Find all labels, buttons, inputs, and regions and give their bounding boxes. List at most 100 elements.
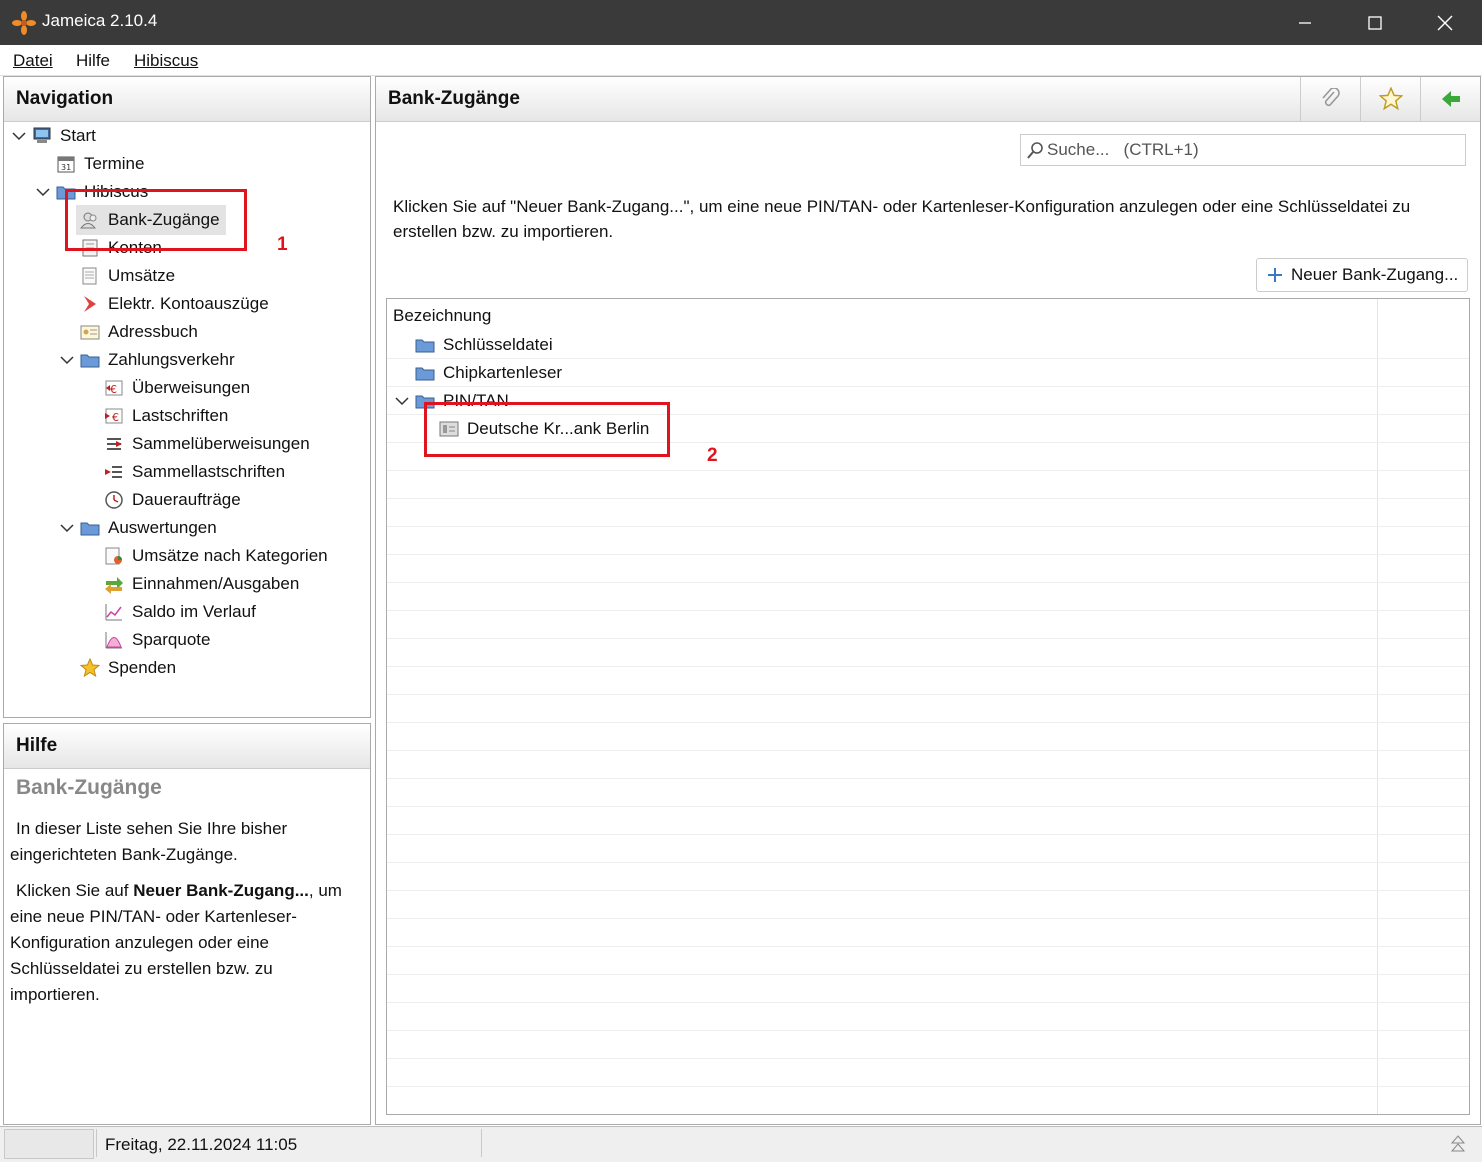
nav-item-spenden[interactable]: Spenden [80, 655, 176, 681]
row-gridline [387, 554, 1469, 555]
pdf-icon [84, 296, 96, 312]
nav-item-lastschriften[interactable]: € Lastschriften [104, 403, 228, 429]
chevron-down-icon[interactable] [34, 183, 52, 201]
table-row[interactable]: Schlüsseldatei [415, 332, 553, 358]
expand-up-icon[interactable] [1450, 1135, 1466, 1153]
star-icon [80, 658, 100, 678]
row-gridline [387, 1002, 1469, 1003]
info-text: Klicken Sie auf "Neuer Bank-Zugang...", … [393, 197, 1411, 241]
svg-text:€: € [112, 411, 119, 424]
nav-item-dauerauftraege[interactable]: Daueraufträge [104, 487, 241, 513]
search-icon [1027, 142, 1043, 159]
row-gridline [387, 666, 1469, 667]
folder-icon [415, 367, 435, 381]
status-bar: Freitag, 22.11.2024 11:05 [0, 1126, 1482, 1162]
nav-item-auswertungen[interactable]: Auswertungen [58, 515, 217, 541]
nav-item-adressbuch[interactable]: Adressbuch [80, 319, 198, 345]
table-row[interactable]: Chipkartenleser [415, 360, 562, 386]
menu-datei[interactable]: Datei [13, 51, 53, 71]
debit-euro-icon: € [105, 408, 123, 424]
main-panel: Bank-Zugänge Suche... (CTRL+1) Klicken S… [375, 76, 1481, 1125]
annotation-label-1: 1 [277, 234, 288, 255]
document-list-icon [82, 267, 97, 285]
menu-hilfe[interactable]: Hilfe [76, 51, 110, 71]
nav-item-sparquote[interactable]: Sparquote [104, 627, 210, 653]
row-gridline [387, 470, 1469, 471]
column-divider [1377, 299, 1378, 1114]
close-icon [1437, 15, 1453, 30]
chevron-down-icon[interactable] [58, 351, 76, 369]
status-cell-empty [4, 1129, 94, 1159]
back-button[interactable] [1420, 77, 1481, 121]
nav-item-start[interactable]: Start [10, 123, 96, 149]
minimize-button[interactable] [1270, 0, 1340, 45]
attachment-button[interactable] [1300, 77, 1361, 121]
row-gridline [387, 1058, 1469, 1059]
svg-text:€: € [110, 383, 117, 396]
row-gridline [387, 946, 1469, 947]
status-cell-datetime: Freitag, 22.11.2024 11:05 [96, 1129, 482, 1157]
help-paragraph-1: In dieser Liste sehen Sie Ihre bisher ei… [10, 819, 288, 864]
row-gridline [387, 358, 1469, 359]
nav-item-saldo-verlauf[interactable]: Saldo im Verlauf [104, 599, 256, 625]
nav-item-ueberweisungen[interactable]: € Überweisungen [104, 375, 250, 401]
nav-item-umsaetze-kategorien[interactable]: Umsätze nach Kategorien [104, 543, 328, 569]
nav-item-zahlungsverkehr[interactable]: Zahlungsverkehr [58, 347, 235, 373]
minimize-icon [1299, 21, 1311, 24]
help-heading: Bank-Zugänge [16, 776, 162, 799]
search-input[interactable]: Suche... (CTRL+1) [1020, 134, 1466, 166]
row-gridline [387, 890, 1469, 891]
row-gridline [387, 1086, 1469, 1087]
new-bank-access-button[interactable]: Neuer Bank-Zugang... [1256, 258, 1468, 292]
help-paragraph-2: Klicken Sie auf Neuer Bank-Zugang..., um… [10, 881, 342, 1004]
close-button[interactable] [1410, 0, 1480, 45]
row-gridline [387, 750, 1469, 751]
batch-debit-icon [105, 466, 122, 478]
row-gridline [387, 694, 1469, 695]
nav-item-einnahmen-ausgaben[interactable]: Einnahmen/Ausgaben [104, 571, 299, 597]
chevron-down-icon[interactable] [10, 127, 28, 145]
row-gridline [387, 834, 1469, 835]
window-title: Jameica 2.10.4 [42, 11, 158, 30]
chevron-down-icon[interactable] [393, 392, 411, 410]
maximize-icon [1368, 15, 1382, 30]
row-gridline [387, 806, 1469, 807]
menu-bar: Datei Hilfe Hibiscus [0, 45, 1482, 76]
page-title: Bank-Zugänge [388, 88, 520, 109]
annotation-label-2: 2 [707, 445, 718, 466]
chevron-down-icon[interactable] [58, 519, 76, 537]
nav-item-termine[interactable]: 31 Termine [56, 151, 144, 177]
row-gridline [387, 498, 1469, 499]
row-gridline [387, 638, 1469, 639]
help-panel: Hilfe Bank-Zugänge In dieser Liste sehen… [3, 723, 371, 1125]
star-outline-icon [1379, 87, 1403, 111]
plus-icon [1268, 268, 1282, 282]
nav-item-sammelueberweisungen[interactable]: Sammelüberweisungen [104, 431, 310, 457]
row-gridline [387, 862, 1469, 863]
column-header-bezeichnung[interactable]: Bezeichnung [393, 306, 491, 326]
batch-transfer-icon [107, 438, 122, 450]
income-expense-icon [105, 577, 123, 594]
navigation-header: Navigation [4, 77, 370, 122]
computer-icon [33, 127, 51, 143]
row-gridline [387, 386, 1469, 387]
maximize-button[interactable] [1340, 0, 1410, 45]
bookmark-button[interactable] [1360, 77, 1421, 121]
folder-icon [80, 522, 100, 536]
search-placeholder: Suche... (CTRL+1) [1047, 140, 1199, 159]
nav-item-kontoauszuege[interactable]: Elektr. Kontoauszüge [80, 291, 269, 317]
row-gridline [387, 918, 1469, 919]
help-header: Hilfe [4, 724, 370, 769]
annotation-box-2 [424, 402, 670, 457]
row-gridline [387, 526, 1469, 527]
nav-item-sammellastschriften[interactable]: Sammellastschriften [104, 459, 285, 485]
svg-text:31: 31 [61, 163, 71, 172]
clock-icon [105, 491, 123, 509]
arrow-left-icon [1442, 91, 1460, 107]
line-chart-icon [105, 604, 122, 621]
row-gridline [387, 1030, 1469, 1031]
menu-hibiscus[interactable]: Hibiscus [134, 51, 198, 71]
row-gridline [387, 722, 1469, 723]
nav-item-umsaetze[interactable]: Umsätze [80, 263, 175, 289]
pie-report-icon [105, 547, 122, 565]
